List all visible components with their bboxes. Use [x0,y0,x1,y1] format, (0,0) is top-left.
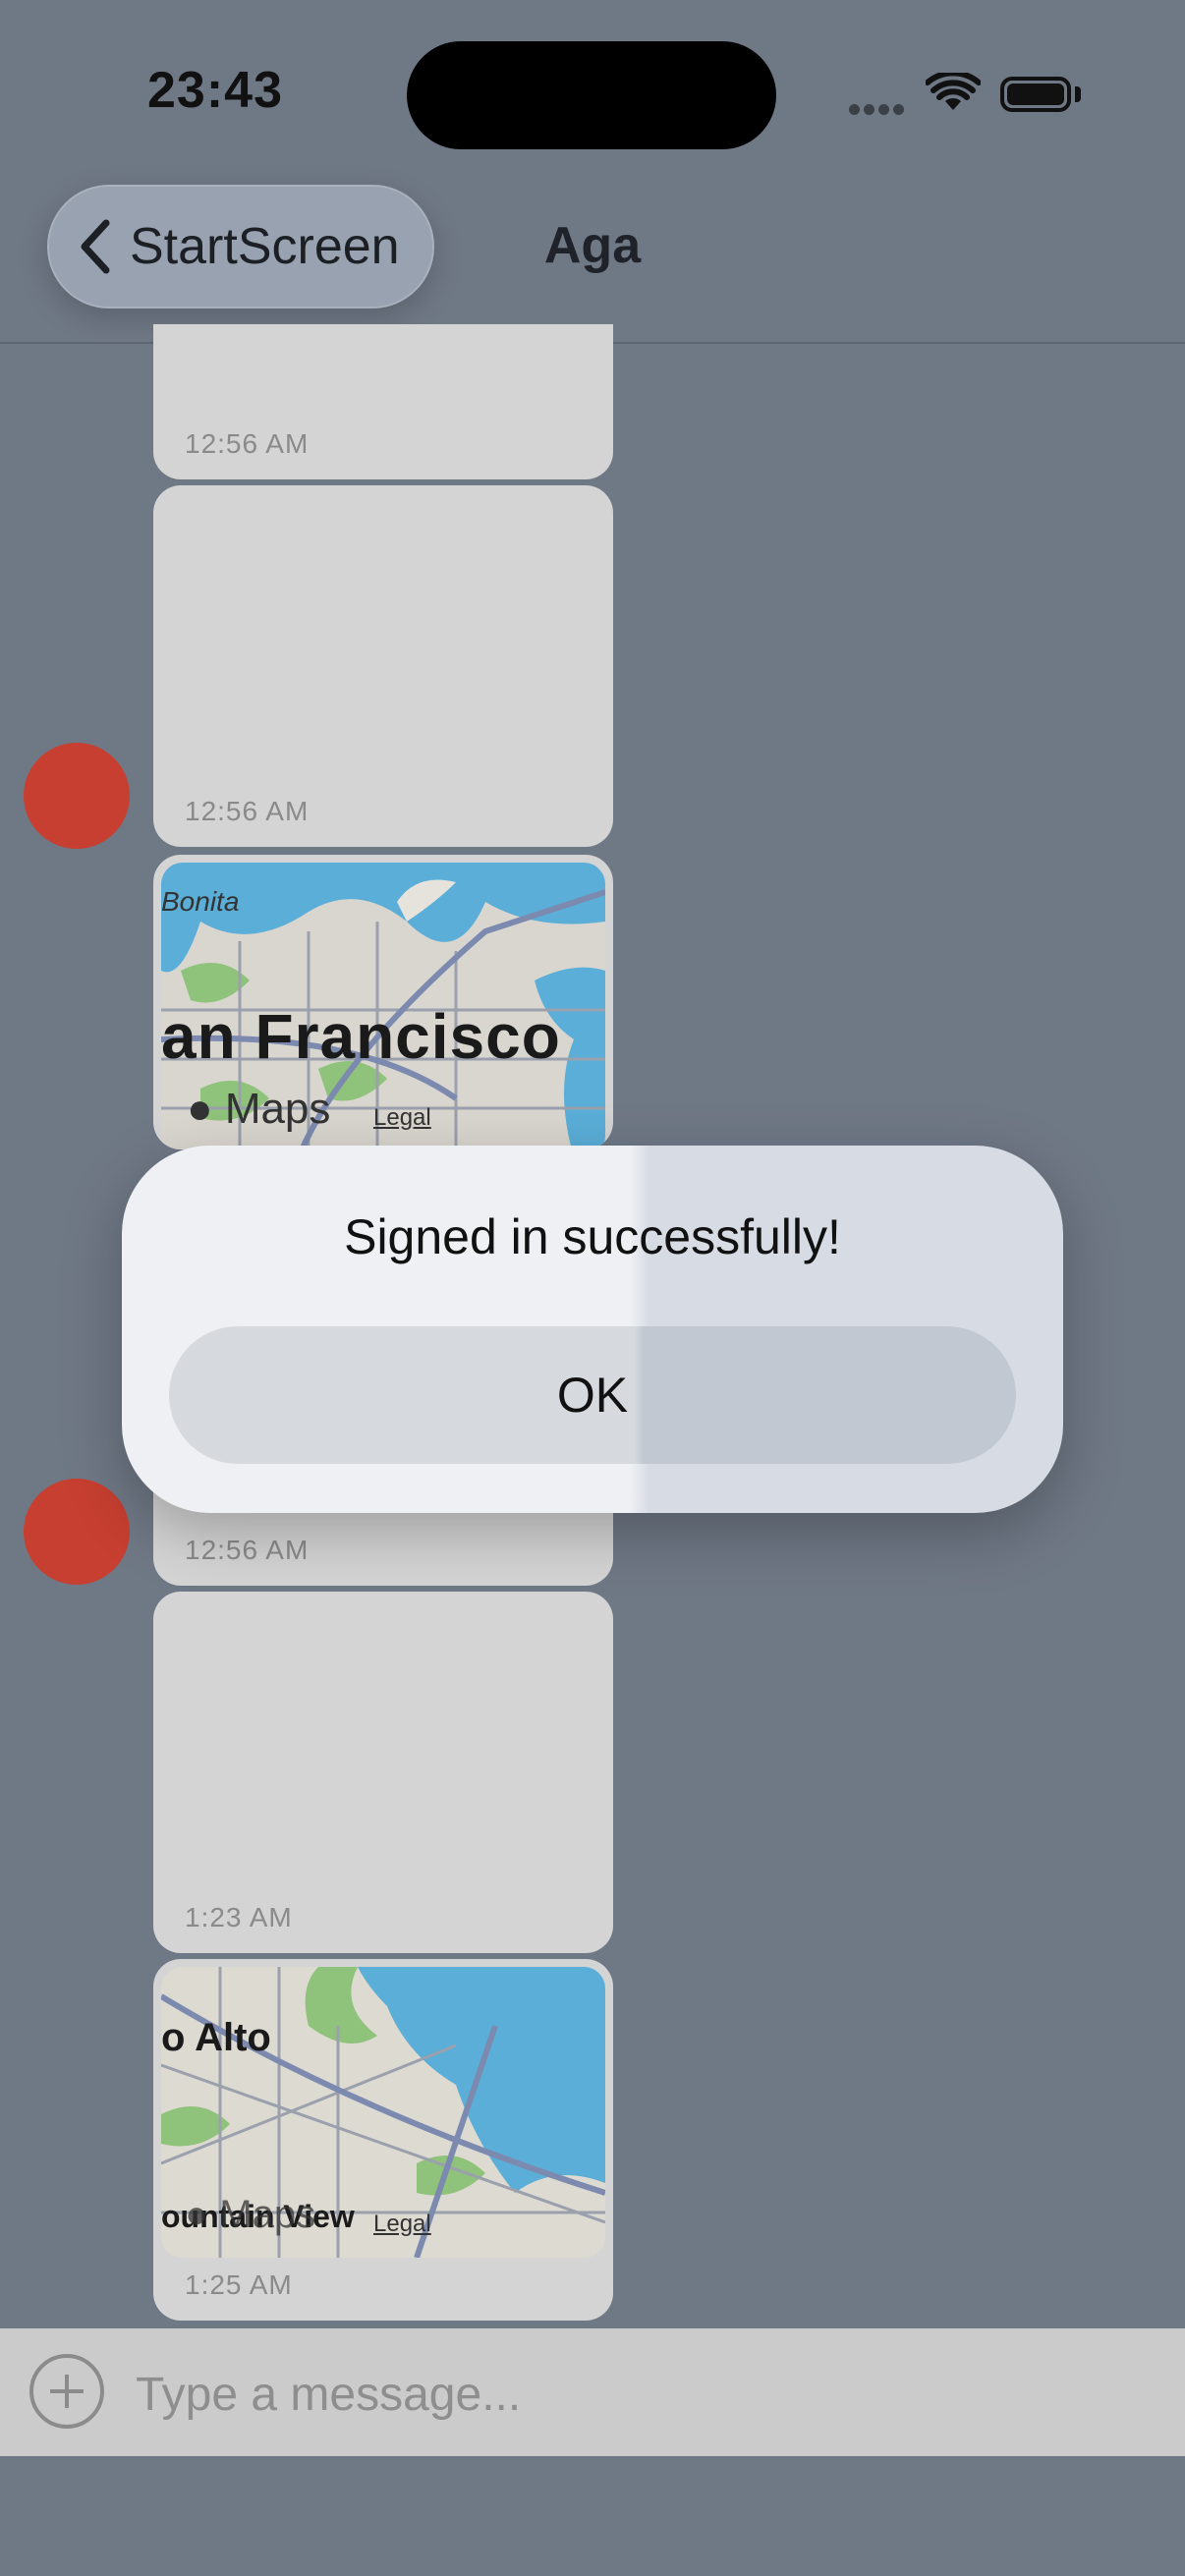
map-preview[interactable]: o Alto ountain View ● Maps Legal [161,1967,605,2258]
maps-brand-label: Maps [224,1085,331,1133]
map-message-bubble[interactable]: o Alto ountain View ● Maps Legal 1:25 AM [153,1959,613,2321]
alert-message: Signed in successfully! [344,1209,841,1264]
alert-dialog: Signed in successfully! OK [122,1146,1063,1513]
message-input[interactable] [134,2356,1159,2433]
map-legal-link[interactable]: Legal [373,1104,431,1132]
alert-ok-button[interactable]: OK [169,1326,1016,1464]
map-preview[interactable]: Bonita an Francisco ● Maps Legal [161,863,605,1149]
battery-cap [1075,86,1081,102]
map-city-label: an Francisco [161,1001,561,1072]
apple-logo-icon: ● [185,2193,209,2236]
dynamic-island [407,41,776,149]
map-legal-link[interactable]: Legal [373,2211,431,2238]
map-label: Bonita [161,886,240,917]
map-message-bubble[interactable]: Bonita an Francisco ● Maps Legal [153,855,613,1149]
message-time: 1:25 AM [185,2269,293,2300]
message-time: 12:56 AM [185,428,310,459]
status-time: 23:43 [147,62,283,119]
message-time: 12:56 AM [185,1535,310,1565]
message-time: 1:23 AM [185,1902,293,1932]
add-attachment-icon[interactable] [29,2354,104,2429]
message-bubble[interactable]: 12:56 AM [153,324,613,479]
chat-title: Aga [543,217,642,274]
message-bubble[interactable]: 12:56 AM [153,485,613,847]
message-composer [0,2328,1185,2456]
maps-brand: ● Maps [187,1085,330,1134]
cellular-signal-icon [849,102,908,120]
maps-brand: ● Maps [185,2193,315,2237]
map-city-label: o Alto [161,2016,271,2059]
maps-brand-label: Maps [219,2193,316,2236]
message-bubble[interactable]: 1:23 AM [153,1592,613,1953]
wifi-icon [926,73,981,110]
avatar[interactable] [24,743,130,849]
battery-icon [1000,77,1071,112]
message-time: 12:56 AM [185,796,310,826]
apple-logo-icon: ● [187,1085,213,1133]
avatar[interactable] [24,1479,130,1585]
